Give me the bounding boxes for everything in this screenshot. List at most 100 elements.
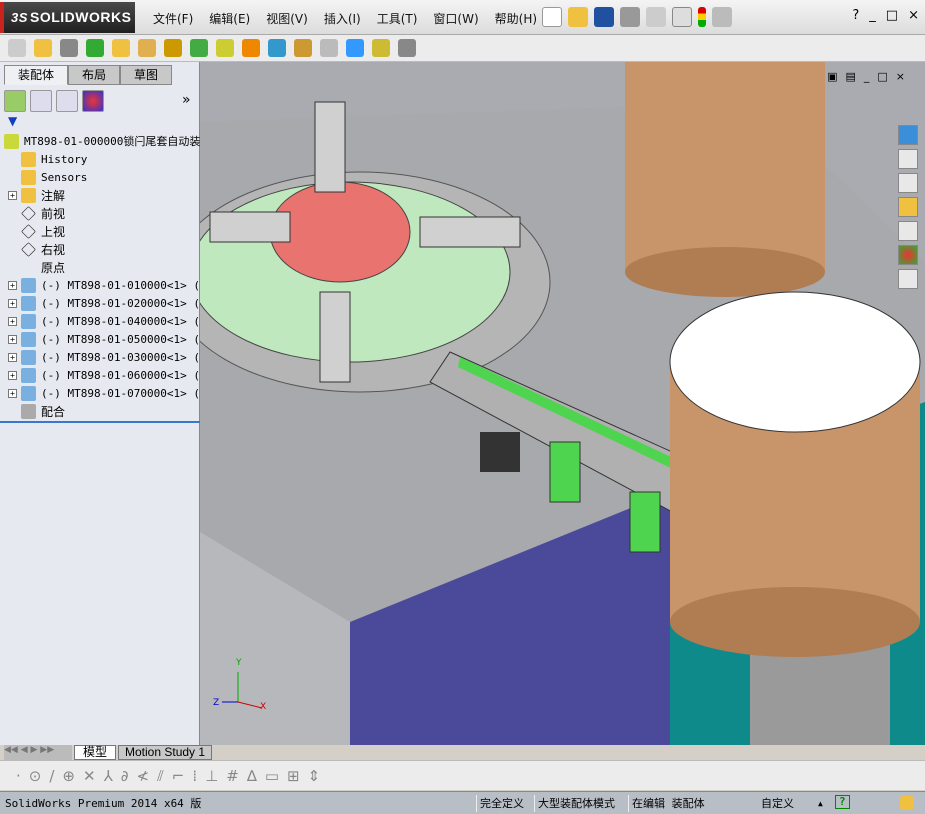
sketch-tool-1-icon[interactable]: ⊙	[29, 767, 42, 785]
new-icon[interactable]	[542, 7, 562, 27]
sketch-tool-3-icon[interactable]: ⊕	[62, 767, 75, 785]
tree-item[interactable]: Sensors	[4, 168, 200, 186]
tree-item[interactable]: + (-) MT898-01-060000<1> (默	[4, 366, 200, 384]
graphics-viewport[interactable]: Y X Z ▣ ▤ _ □ ×	[200, 62, 925, 745]
expand-icon[interactable]: +	[8, 316, 17, 326]
menu-item-0[interactable]: 文件(F)	[145, 10, 201, 27]
viewport-minimize-icon[interactable]: _	[864, 70, 870, 83]
tab-model[interactable]: 模型	[74, 745, 117, 760]
rollback-bar[interactable]	[0, 421, 200, 423]
interference-icon[interactable]	[346, 39, 364, 57]
large-assembly-icon[interactable]	[398, 39, 416, 57]
tab-assembly[interactable]: 装配体	[4, 65, 69, 85]
feature-manager-icon[interactable]	[4, 90, 26, 112]
smart-fasteners-icon[interactable]	[112, 39, 130, 57]
move-component-icon[interactable]	[138, 39, 156, 57]
viewport-tile-icon[interactable]: ▤	[845, 70, 855, 83]
tree-item[interactable]: 原点	[4, 258, 200, 276]
tree-root[interactable]: MT898-01-000000锁闩尾套自动装	[4, 132, 200, 150]
undo-icon[interactable]	[646, 7, 666, 27]
tree-item[interactable]: + (-) MT898-01-030000<1> (默	[4, 348, 200, 366]
minimize-button[interactable]: _	[869, 8, 876, 23]
instant3d-icon[interactable]	[372, 39, 390, 57]
expand-icon[interactable]: +	[8, 334, 17, 344]
menu-item-6[interactable]: 帮助(H)	[487, 10, 545, 27]
filter-icon[interactable]: ▼	[8, 114, 17, 128]
viewport-restore-icon[interactable]: ▣	[827, 70, 837, 83]
sketch-tool-8-icon[interactable]: ⫽	[157, 767, 164, 785]
sketch-tool-9-icon[interactable]: ⌐	[172, 767, 185, 785]
rebuild-icon[interactable]	[698, 7, 706, 27]
show-hidden-icon[interactable]	[164, 39, 182, 57]
tree-item[interactable]: 上视	[4, 222, 200, 240]
display-manager-icon[interactable]	[82, 90, 104, 112]
appearances-icon[interactable]	[898, 245, 918, 265]
sketch-tool-16-icon[interactable]: ⇕	[308, 767, 321, 785]
sketch-tool-10-icon[interactable]: ⁞	[192, 767, 197, 785]
expand-icon[interactable]: +	[8, 298, 17, 308]
expand-panel-button[interactable]: »	[182, 92, 191, 108]
assembly-features-icon[interactable]	[190, 39, 208, 57]
expand-icon[interactable]: +	[8, 388, 17, 398]
tab-sketch[interactable]: 草图	[120, 65, 173, 85]
bill-of-materials-icon[interactable]	[268, 39, 286, 57]
sketch-tool-14-icon[interactable]: ▭	[265, 767, 279, 785]
sketch-tool-7-icon[interactable]: ≮	[137, 767, 150, 785]
resources-icon[interactable]	[898, 125, 918, 145]
property-manager-icon[interactable]	[30, 90, 52, 112]
sketch-tool-4-icon[interactable]: ✕	[83, 767, 96, 785]
tab-layout[interactable]: 布局	[68, 65, 121, 85]
sketch-tool-6-icon[interactable]: ∂	[121, 767, 129, 785]
tree-item[interactable]: + (-) MT898-01-070000<1> (默	[4, 384, 200, 402]
expand-icon[interactable]: +	[8, 280, 17, 290]
tree-item[interactable]: + (-) MT898-01-010000<1> (默	[4, 276, 200, 294]
units-selector[interactable]: 自定义	[758, 795, 797, 812]
reference-geometry-icon[interactable]	[216, 39, 234, 57]
expand-icon[interactable]: +	[8, 370, 17, 380]
tree-item[interactable]: + (-) MT898-01-020000<1> (默	[4, 294, 200, 312]
menu-item-3[interactable]: 插入(I)	[316, 10, 369, 27]
select-icon[interactable]	[672, 7, 692, 27]
new-part-icon[interactable]	[34, 39, 52, 57]
viewport-maximize-icon[interactable]: □	[877, 70, 887, 83]
tree-item[interactable]: + 注解	[4, 186, 200, 204]
custom-properties-icon[interactable]	[898, 269, 918, 289]
quick-tips-icon[interactable]: ?	[835, 795, 850, 809]
maximize-button[interactable]: □	[886, 8, 898, 23]
tree-item[interactable]: 右视	[4, 240, 200, 258]
menu-item-4[interactable]: 工具(T)	[369, 10, 426, 27]
new-motion-study-icon[interactable]	[242, 39, 260, 57]
configuration-manager-icon[interactable]	[56, 90, 78, 112]
tree-item[interactable]: History	[4, 150, 200, 168]
sketch-tool-13-icon[interactable]: ∆	[247, 767, 257, 785]
design-library-icon[interactable]	[898, 173, 918, 193]
expand-icon[interactable]: +	[8, 352, 17, 362]
sketch-tool-12-icon[interactable]: #	[226, 767, 239, 785]
sketch-tool-11-icon[interactable]: ⊥	[205, 767, 218, 785]
explode-line-icon[interactable]	[320, 39, 338, 57]
menu-item-2[interactable]: 视图(V)	[258, 10, 316, 27]
tree-item[interactable]: 前视	[4, 204, 200, 222]
sketch-tool-5-icon[interactable]: ⅄	[104, 767, 113, 785]
tree-item[interactable]: + (-) MT898-01-040000<1> (默	[4, 312, 200, 330]
viewport-close-icon[interactable]: ×	[896, 70, 905, 83]
search-icon[interactable]	[898, 221, 918, 241]
options-icon[interactable]	[712, 7, 732, 27]
print-icon[interactable]	[620, 7, 640, 27]
tag-icon[interactable]	[900, 796, 914, 810]
exploded-view-icon[interactable]	[294, 39, 312, 57]
sketch-tool-15-icon[interactable]: ⊞	[287, 767, 300, 785]
insert-component-icon[interactable]	[8, 39, 26, 57]
solidworks-logo[interactable]: 3S SOLIDWORKS	[0, 2, 135, 33]
linear-pattern-icon[interactable]	[86, 39, 104, 57]
menu-item-1[interactable]: 编辑(E)	[201, 10, 258, 27]
save-icon[interactable]	[594, 7, 614, 27]
home-icon[interactable]	[898, 149, 918, 169]
sketch-tool-2-icon[interactable]: /	[49, 767, 54, 785]
tree-item[interactable]: 配合	[4, 402, 200, 420]
menu-item-5[interactable]: 窗口(W)	[425, 10, 486, 27]
expand-icon[interactable]: +	[8, 190, 17, 200]
status-arrow-icon[interactable]: ▲	[815, 795, 826, 812]
close-button[interactable]: ×	[908, 8, 919, 23]
open-icon[interactable]	[568, 7, 588, 27]
